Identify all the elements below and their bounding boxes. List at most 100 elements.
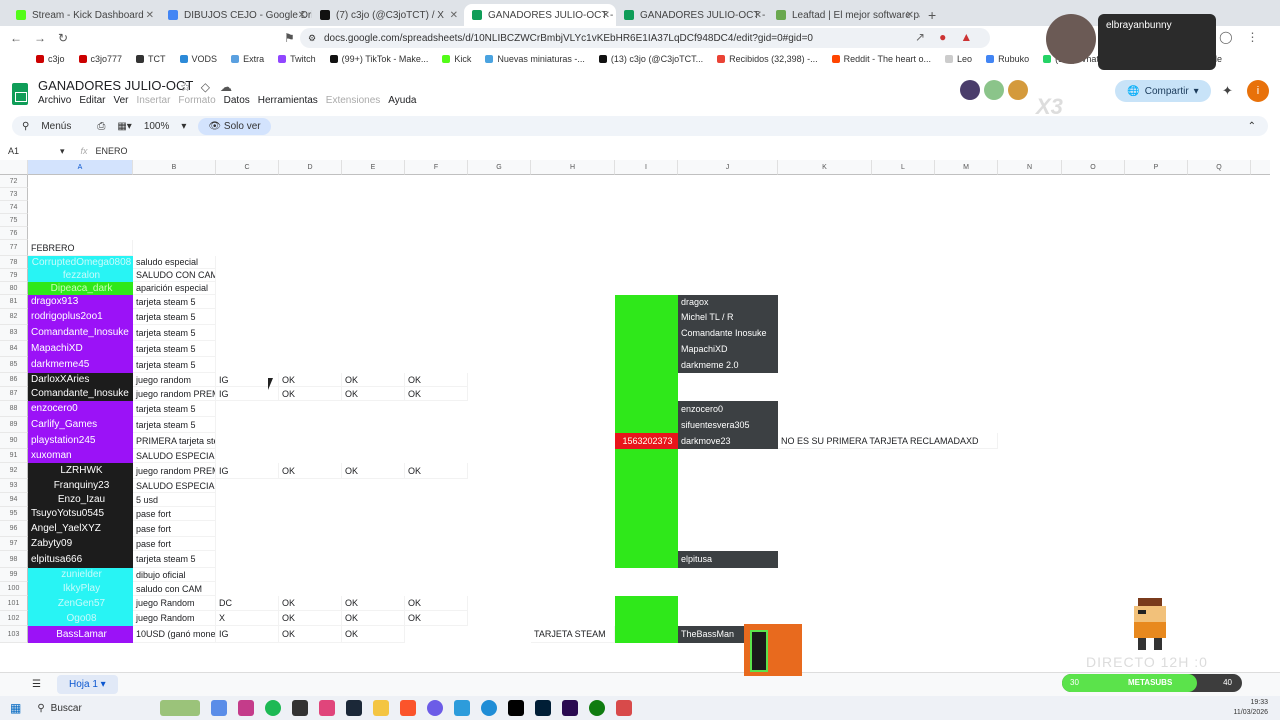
cell-e102[interactable]: OK xyxy=(342,611,405,626)
bookmark-item[interactable]: Rubuko xyxy=(986,54,1029,64)
cell-a86[interactable]: DarloxXAries xyxy=(28,373,133,387)
cell-c102[interactable]: X xyxy=(216,611,279,626)
select-all-corner[interactable] xyxy=(0,160,28,175)
app-icon[interactable] xyxy=(292,700,308,716)
column-header[interactable]: Q xyxy=(1188,160,1251,175)
cell-d103[interactable]: OK xyxy=(279,626,342,643)
cell-b89[interactable]: tarjeta steam 5 xyxy=(133,417,216,433)
row-header[interactable]: 76 xyxy=(0,227,28,240)
bookmark-item[interactable]: Recibidos (32,398) -... xyxy=(717,54,818,64)
cell-c101[interactable]: DC xyxy=(216,596,279,611)
row-header[interactable]: 90 xyxy=(0,433,28,449)
cell-j89[interactable]: sifuentesvera305 xyxy=(678,417,778,433)
cell-j85[interactable]: darkmeme 2.0 xyxy=(678,357,778,373)
column-header[interactable]: E xyxy=(342,160,405,175)
column-header[interactable]: C xyxy=(216,160,279,175)
cell-a97[interactable]: Zabyty09 xyxy=(28,537,133,551)
document-title[interactable]: GANADORES JULIO-OCT xyxy=(38,78,193,93)
column-header[interactable]: H xyxy=(531,160,615,175)
star-icon[interactable]: ☆ xyxy=(180,80,191,94)
xbox-icon[interactable] xyxy=(589,700,605,716)
browser-tab[interactable]: Stream - Kick Dashboard ✕ xyxy=(8,4,160,26)
row-header[interactable]: 75 xyxy=(0,214,28,227)
all-sheets-icon[interactable]: ☰ xyxy=(32,679,41,690)
cell-b103[interactable]: 10USD (ganó moneda) xyxy=(133,626,216,643)
new-tab-button[interactable]: + xyxy=(920,4,944,26)
cell-a101[interactable]: ZenGen57 xyxy=(28,596,133,611)
cell-a89[interactable]: Carlify_Games xyxy=(28,417,133,433)
bookmark-page-icon[interactable]: ⚑ xyxy=(284,31,295,45)
cell-a93[interactable]: Franquiny23 xyxy=(28,479,133,493)
cell-i90[interactable]: 1563202373 xyxy=(615,433,678,449)
system-clock[interactable]: 19:33 11/03/2026 xyxy=(1233,698,1268,718)
column-header[interactable]: F xyxy=(405,160,468,175)
name-box[interactable]: A1 xyxy=(0,146,60,156)
cell-i82[interactable] xyxy=(615,309,678,325)
row-header[interactable]: 79 xyxy=(0,269,28,282)
share-button[interactable]: 🌐 Compartir ▾ xyxy=(1115,80,1211,102)
browser-tab[interactable]: DIBUJOS CEJO - Google Drive ✕ xyxy=(160,4,312,26)
cell-i96[interactable] xyxy=(615,521,678,537)
chevron-down-icon[interactable]: ▾ xyxy=(181,121,186,132)
cell-b102[interactable]: juego Random xyxy=(133,611,216,626)
gemini-icon[interactable]: ✦ xyxy=(1222,83,1233,99)
zoom-select[interactable]: 100% xyxy=(144,121,170,132)
cell-a90[interactable]: playstation245 xyxy=(28,433,133,449)
cell-b101[interactable]: juego Random xyxy=(133,596,216,611)
browser-tab[interactable]: Leaftad | El mejor software para pos...✕ xyxy=(768,4,920,26)
cell-i93[interactable] xyxy=(615,479,678,493)
cell-a85[interactable]: darkmeme45 xyxy=(28,357,133,373)
cell-j90[interactable]: darkmove23 xyxy=(678,433,778,449)
column-header[interactable]: K xyxy=(778,160,872,175)
cell-b85[interactable]: tarjeta steam 5 xyxy=(133,357,216,373)
cell-i92[interactable] xyxy=(615,463,678,479)
row-header[interactable]: 98 xyxy=(0,551,28,568)
cell-a88[interactable]: enzocero0 xyxy=(28,401,133,417)
bookmark-item[interactable]: Kick xyxy=(442,54,471,64)
close-tab-icon[interactable]: ✕ xyxy=(450,10,458,21)
cell-e103[interactable]: OK xyxy=(342,626,405,643)
row-header[interactable]: 101 xyxy=(0,596,28,611)
cell-i83[interactable] xyxy=(615,325,678,341)
menu-item[interactable]: Datos xyxy=(224,95,250,106)
cell-a83[interactable]: Comandante_Inosuke xyxy=(28,325,133,341)
row-header[interactable]: 77 xyxy=(0,240,28,256)
browser-tab[interactable]: (7) c3jo (@C3joTCT) / X ✕ xyxy=(312,4,464,26)
cell-a77[interactable]: FEBRERO xyxy=(28,240,133,256)
column-header[interactable]: I xyxy=(615,160,678,175)
cell-j98[interactable]: elpitusa xyxy=(678,551,778,568)
row-header[interactable]: 87 xyxy=(0,387,28,401)
row-header[interactable]: 103 xyxy=(0,626,28,643)
cell-i95[interactable] xyxy=(615,507,678,521)
cell-j82[interactable]: Michel TL / R xyxy=(678,309,778,325)
cell-d101[interactable]: OK xyxy=(279,596,342,611)
column-header[interactable]: J xyxy=(678,160,778,175)
view-only-button[interactable]: 👁 Solo ver xyxy=(198,117,271,135)
cell-b97[interactable]: pase fort xyxy=(133,537,216,551)
cell-a95[interactable]: TsuyoYotsu0545 xyxy=(28,507,133,521)
menu-item[interactable]: Herramientas xyxy=(258,95,318,106)
collaborator-avatar[interactable] xyxy=(984,80,1004,100)
menu-item[interactable]: Ayuda xyxy=(388,95,416,106)
steam-icon[interactable] xyxy=(346,700,362,716)
cell-c92[interactable]: IG xyxy=(216,463,279,479)
column-header[interactable]: D xyxy=(279,160,342,175)
url-field[interactable]: ⚙ docs.google.com/spreadsheets/d/10NLIBC… xyxy=(300,28,990,48)
close-tab-icon[interactable]: ✕ xyxy=(146,10,154,21)
row-header[interactable]: 74 xyxy=(0,201,28,214)
row-header[interactable]: 102 xyxy=(0,611,28,626)
cell-b93[interactable]: SALUDO ESPECIAL xyxy=(133,479,216,493)
column-header[interactable]: M xyxy=(935,160,998,175)
cell-i87[interactable] xyxy=(615,387,678,401)
print-icon[interactable]: ⎙ xyxy=(97,121,105,132)
cell-a91[interactable]: xuxoman xyxy=(28,449,133,463)
menu-item[interactable]: Ver xyxy=(113,95,128,106)
cell-a80[interactable]: Dipeaca_dark xyxy=(28,282,133,295)
cell-b86[interactable]: juego random xyxy=(133,373,216,387)
move-folder-icon[interactable]: ◇ xyxy=(201,80,210,94)
cloud-status-icon[interactable]: ☁ xyxy=(220,80,232,94)
cell-e92[interactable]: OK xyxy=(342,463,405,479)
menu-item[interactable]: Insertar xyxy=(137,95,171,106)
close-tab-icon[interactable]: ✕ xyxy=(906,10,914,21)
cell-i101[interactable] xyxy=(615,596,678,611)
